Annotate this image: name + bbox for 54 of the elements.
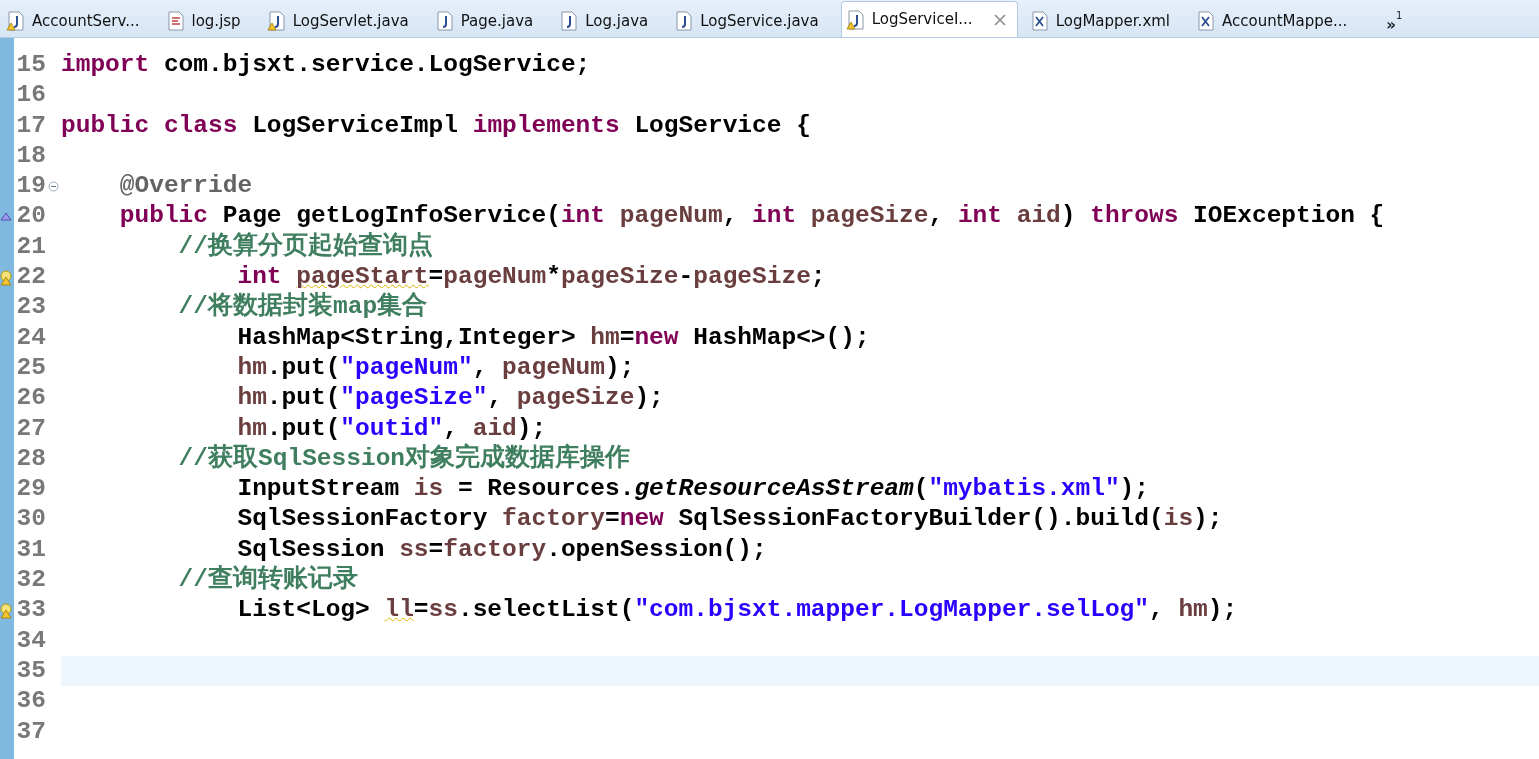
line-number: 28 <box>15 443 46 474</box>
editor-tab[interactable]: LogServlet.java <box>262 5 423 37</box>
line-number: 16 <box>15 80 46 111</box>
line-number: 21 <box>15 231 46 262</box>
code-line: import com.bjsxt.service.LogService; <box>61 51 591 78</box>
line-number: 25 <box>15 352 46 383</box>
line-number: 29 <box>15 474 46 505</box>
override-icon <box>0 210 12 223</box>
editor-tab[interactable]: Log.java <box>555 5 663 37</box>
close-icon[interactable] <box>992 12 1007 27</box>
line-number: 30 <box>15 504 46 535</box>
line-number: 17 <box>15 110 46 141</box>
code-line: hm.put("pageSize", pageSize); <box>236 384 664 412</box>
line-number: 34 <box>15 625 46 656</box>
line-number: 37 <box>15 716 46 747</box>
editor-tab[interactable]: log.jsp <box>161 5 255 37</box>
code-line: int pageStart=pageNum*pageSize-pageSize; <box>236 263 826 291</box>
code-line: //查询转账记录 <box>177 566 359 594</box>
collapse-icon[interactable] <box>48 180 59 192</box>
line-number: 20 <box>15 201 46 232</box>
editor-tab[interactable]: AccountMappe... <box>1192 5 1362 37</box>
code-line: public class LogServiceImpl implements LogService { <box>61 111 811 139</box>
line-number: 19 <box>15 171 46 202</box>
code-line: List<Log> ll=ss.selectList("com.bjsxt.mapper.LogMapper.selLog", hm); <box>236 596 1238 624</box>
editor-tab[interactable]: Page.java <box>430 5 548 37</box>
code-line: //获取SqlSession对象完成数据库操作 <box>177 444 631 472</box>
line-number: 22 <box>15 262 46 293</box>
line-number: 27 <box>15 413 46 444</box>
line-number: 31 <box>15 534 46 565</box>
line-number: 18 <box>15 140 46 171</box>
warning-icon <box>0 602 14 619</box>
code-line: InputStream is = Resources.getResourceAsStream("mybatis.xml"); <box>236 475 1149 503</box>
code-line: hm.put("outid", aid); <box>236 414 547 442</box>
line-number: 35 <box>15 655 46 686</box>
code-line: HashMap<String,Integer> hm=new HashMap<>(); <box>236 323 870 351</box>
line-number: 23 <box>15 292 46 323</box>
editor-tab[interactable]: LogService.java <box>670 5 833 37</box>
editor-tab[interactable]: LogMapper.xml <box>1025 5 1185 37</box>
warning-icon <box>0 268 14 286</box>
code-line: public Page getLogInfoService(int pageNum, int pageSize, int aid) throws IOException { <box>118 202 1385 230</box>
code-line: SqlSession ss=factory.openSession(); <box>236 535 767 563</box>
code-line: SqlSessionFactory factory=new SqlSessionFactoryBuilder().build(is); <box>236 505 1223 533</box>
line-number: 33 <box>15 595 46 626</box>
code-line: hm.put("pageNum", pageNum); <box>236 353 635 381</box>
line-number: 32 <box>15 565 46 596</box>
editor-tab[interactable]: LogServiceI... <box>840 1 1018 37</box>
line-number: 26 <box>15 383 46 414</box>
editor-tab[interactable]: AccountServ... <box>2 5 154 37</box>
code-line: //将数据封装map集合 <box>177 293 428 321</box>
code-line: //换算分页起始查询点 <box>177 232 434 260</box>
code-line: @Override <box>118 172 253 200</box>
line-number: 24 <box>15 322 46 353</box>
line-number: 36 <box>15 686 46 717</box>
line-number: 15 <box>15 50 46 80</box>
